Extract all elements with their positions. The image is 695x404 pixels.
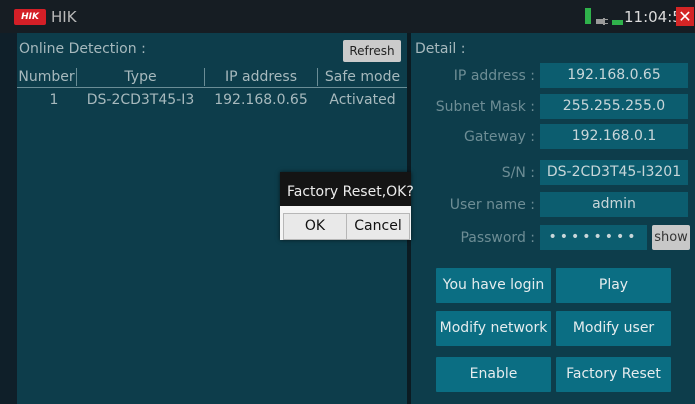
header-divider [17,87,407,88]
username-field[interactable]: admin [540,192,688,217]
modify-network-button[interactable]: Modify network [436,311,551,346]
table-row-safe-mode[interactable]: Activated [318,91,407,109]
serial-number-field[interactable]: DS-2CD3T45-I3201 [540,160,688,185]
subnet-mask-label: Subnet Mask : [435,99,535,115]
hik-logo: HIK [14,9,46,25]
username-label: User name : [449,197,535,213]
table-row-type[interactable]: DS-2CD3T45-I3 [77,91,204,109]
dialog-message: Factory Reset,OK? [287,184,414,200]
factory-reset-button[interactable]: Factory Reset [556,357,671,392]
column-header-ip: IP address [205,68,318,86]
gateway-field[interactable]: 192.168.0.1 [540,124,688,149]
online-detection-label: Online Detection : [19,41,146,57]
dialog-cancel-button[interactable]: Cancel [346,213,410,240]
you-have-login-button[interactable]: You have login [436,268,551,303]
detail-label: Detail : [415,41,466,57]
signal-icon [585,8,591,24]
ip-address-label: IP address : [453,68,535,84]
dialog-ok-button[interactable]: OK [283,213,347,240]
serial-number-label: S/N : [501,165,535,181]
password-label: Password : [460,230,535,246]
show-password-button[interactable]: show [652,225,690,250]
battery-icon [612,20,623,25]
column-header-type: Type [77,68,205,86]
close-icon[interactable]: ✕ [676,7,694,26]
password-field[interactable]: •••••••• [540,225,647,250]
modify-user-button[interactable]: Modify user [556,311,671,346]
enable-button[interactable]: Enable [436,357,551,392]
plug-icon [596,11,608,25]
column-header-safe-mode: Safe mode [324,69,401,85]
ip-address-field[interactable]: 192.168.0.65 [540,63,688,88]
refresh-button[interactable]: Refresh [343,40,401,62]
table-row-ip[interactable]: 192.168.0.65 [205,91,317,109]
play-button[interactable]: Play [556,268,671,303]
gateway-label: Gateway : [463,129,535,145]
column-header-number: Number [17,68,77,86]
app-title: HIK [51,8,77,26]
detail-panel [411,33,695,404]
subnet-mask-field[interactable]: 255.255.255.0 [540,94,688,119]
